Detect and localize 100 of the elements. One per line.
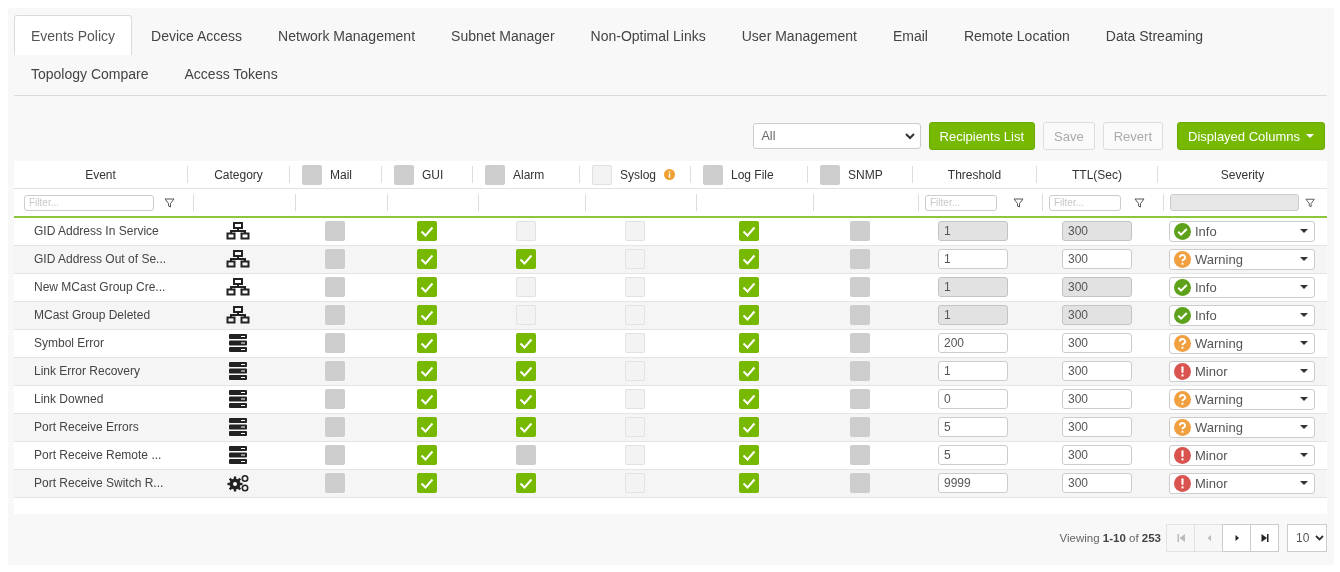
filter-icon[interactable] [1304, 197, 1315, 208]
tab[interactable]: Non-Optimal Links [573, 15, 723, 55]
page-button[interactable] [1250, 523, 1279, 552]
number-field[interactable]: 1 [938, 361, 1008, 381]
number-field[interactable]: 5 [938, 417, 1008, 437]
filter-icon[interactable] [164, 197, 175, 208]
tab[interactable]: Data Streaming [1088, 15, 1221, 55]
checkbox[interactable] [325, 445, 345, 465]
checkbox[interactable] [416, 277, 437, 297]
checkbox[interactable] [485, 164, 505, 185]
checkbox[interactable] [416, 249, 437, 269]
checkbox[interactable] [849, 277, 870, 297]
checkbox[interactable] [416, 473, 437, 493]
checkbox[interactable] [325, 417, 345, 437]
checkbox[interactable] [515, 249, 536, 269]
checkbox[interactable] [849, 473, 870, 493]
page-size-select[interactable]: 10 [1287, 523, 1327, 552]
checkbox[interactable] [515, 417, 536, 437]
tab[interactable]: Subnet Manager [434, 15, 572, 55]
checkbox[interactable] [849, 333, 870, 353]
checkbox[interactable] [515, 473, 536, 493]
filter-select[interactable]: All [752, 123, 921, 149]
checkbox[interactable] [738, 221, 759, 242]
column-header[interactable]: Mail [330, 167, 352, 182]
number-field[interactable]: 300 [1062, 445, 1132, 465]
checkbox[interactable] [820, 164, 840, 185]
number-field[interactable]: 300 [1062, 249, 1132, 269]
severity-select[interactable]: Warning [1169, 388, 1315, 410]
tab[interactable]: Topology Compare [14, 55, 166, 91]
number-field[interactable]: 1 [938, 249, 1008, 269]
checkbox[interactable] [738, 389, 759, 409]
number-field[interactable]: 300 [1062, 389, 1132, 409]
checkbox[interactable] [738, 361, 759, 381]
severity-select[interactable]: Minor [1169, 360, 1315, 382]
checkbox[interactable] [325, 277, 345, 297]
checkbox[interactable] [849, 305, 870, 325]
column-header[interactable]: Severity [1220, 167, 1265, 182]
column-header[interactable]: Category [214, 167, 263, 182]
checkbox[interactable] [515, 389, 536, 409]
number-field[interactable]: 0 [938, 389, 1008, 409]
severity-select[interactable]: Warning [1169, 248, 1315, 270]
checkbox[interactable] [416, 361, 437, 381]
severity-select[interactable]: Info [1169, 276, 1315, 298]
tab[interactable]: Device Access [134, 15, 260, 55]
checkbox[interactable] [849, 221, 870, 242]
column-header[interactable]: TTL(Sec) [1072, 167, 1122, 182]
number-field[interactable]: 9999 [938, 473, 1008, 493]
checkbox[interactable] [325, 473, 345, 493]
tab[interactable]: User Management [724, 15, 874, 55]
severity-select[interactable]: Minor [1169, 472, 1315, 494]
checkbox[interactable] [738, 305, 759, 325]
column-header[interactable]: Syslog [620, 167, 657, 182]
filter-icon[interactable] [1013, 197, 1024, 208]
checkbox[interactable] [738, 417, 759, 437]
checkbox[interactable] [325, 305, 345, 325]
column-header[interactable]: SNMP [848, 167, 883, 182]
column-header[interactable]: Alarm [513, 167, 545, 182]
checkbox[interactable] [416, 445, 437, 465]
checkbox[interactable] [738, 333, 759, 353]
column-header[interactable]: Log File [731, 167, 774, 182]
checkbox[interactable] [849, 249, 870, 269]
checkbox[interactable] [515, 445, 536, 465]
checkbox[interactable] [515, 333, 536, 353]
severity-select[interactable]: Info [1169, 220, 1315, 242]
checkbox[interactable] [849, 445, 870, 465]
severity-select[interactable]: Minor [1169, 444, 1315, 466]
checkbox[interactable] [325, 389, 345, 409]
filter-select[interactable] [1170, 194, 1299, 211]
number-field[interactable]: 300 [1062, 333, 1132, 353]
checkbox[interactable] [416, 417, 437, 437]
severity-select[interactable]: Warning [1169, 416, 1315, 438]
checkbox[interactable] [738, 277, 759, 297]
checkbox[interactable] [394, 164, 414, 185]
filter-icon[interactable] [1134, 197, 1145, 208]
checkbox[interactable] [325, 333, 345, 353]
tab[interactable]: Network Management [261, 15, 433, 55]
number-field[interactable]: 300 [1062, 417, 1132, 437]
checkbox[interactable] [515, 361, 536, 381]
checkbox[interactable] [849, 361, 870, 381]
number-field[interactable]: 5 [938, 445, 1008, 465]
checkbox[interactable] [849, 417, 870, 437]
tab[interactable]: Email [875, 15, 945, 55]
tab[interactable]: Events Policy [14, 15, 133, 55]
column-header[interactable]: GUI [422, 167, 444, 182]
checkbox[interactable] [416, 305, 437, 325]
tab[interactable]: Access Tokens [167, 55, 295, 91]
checkbox[interactable] [302, 164, 322, 185]
severity-select[interactable]: Warning [1169, 332, 1315, 354]
checkbox[interactable] [738, 445, 759, 465]
checkbox[interactable] [416, 333, 437, 353]
column-header[interactable]: Event [85, 167, 116, 182]
tab[interactable]: Remote Location [946, 15, 1087, 55]
checkbox[interactable] [325, 361, 345, 381]
number-field[interactable]: 300 [1062, 361, 1132, 381]
checkbox[interactable] [325, 249, 345, 269]
checkbox[interactable] [738, 249, 759, 269]
checkbox[interactable] [738, 473, 759, 493]
column-header[interactable]: Threshold [947, 167, 1002, 182]
checkbox[interactable] [416, 221, 437, 242]
checkbox[interactable] [703, 164, 723, 185]
